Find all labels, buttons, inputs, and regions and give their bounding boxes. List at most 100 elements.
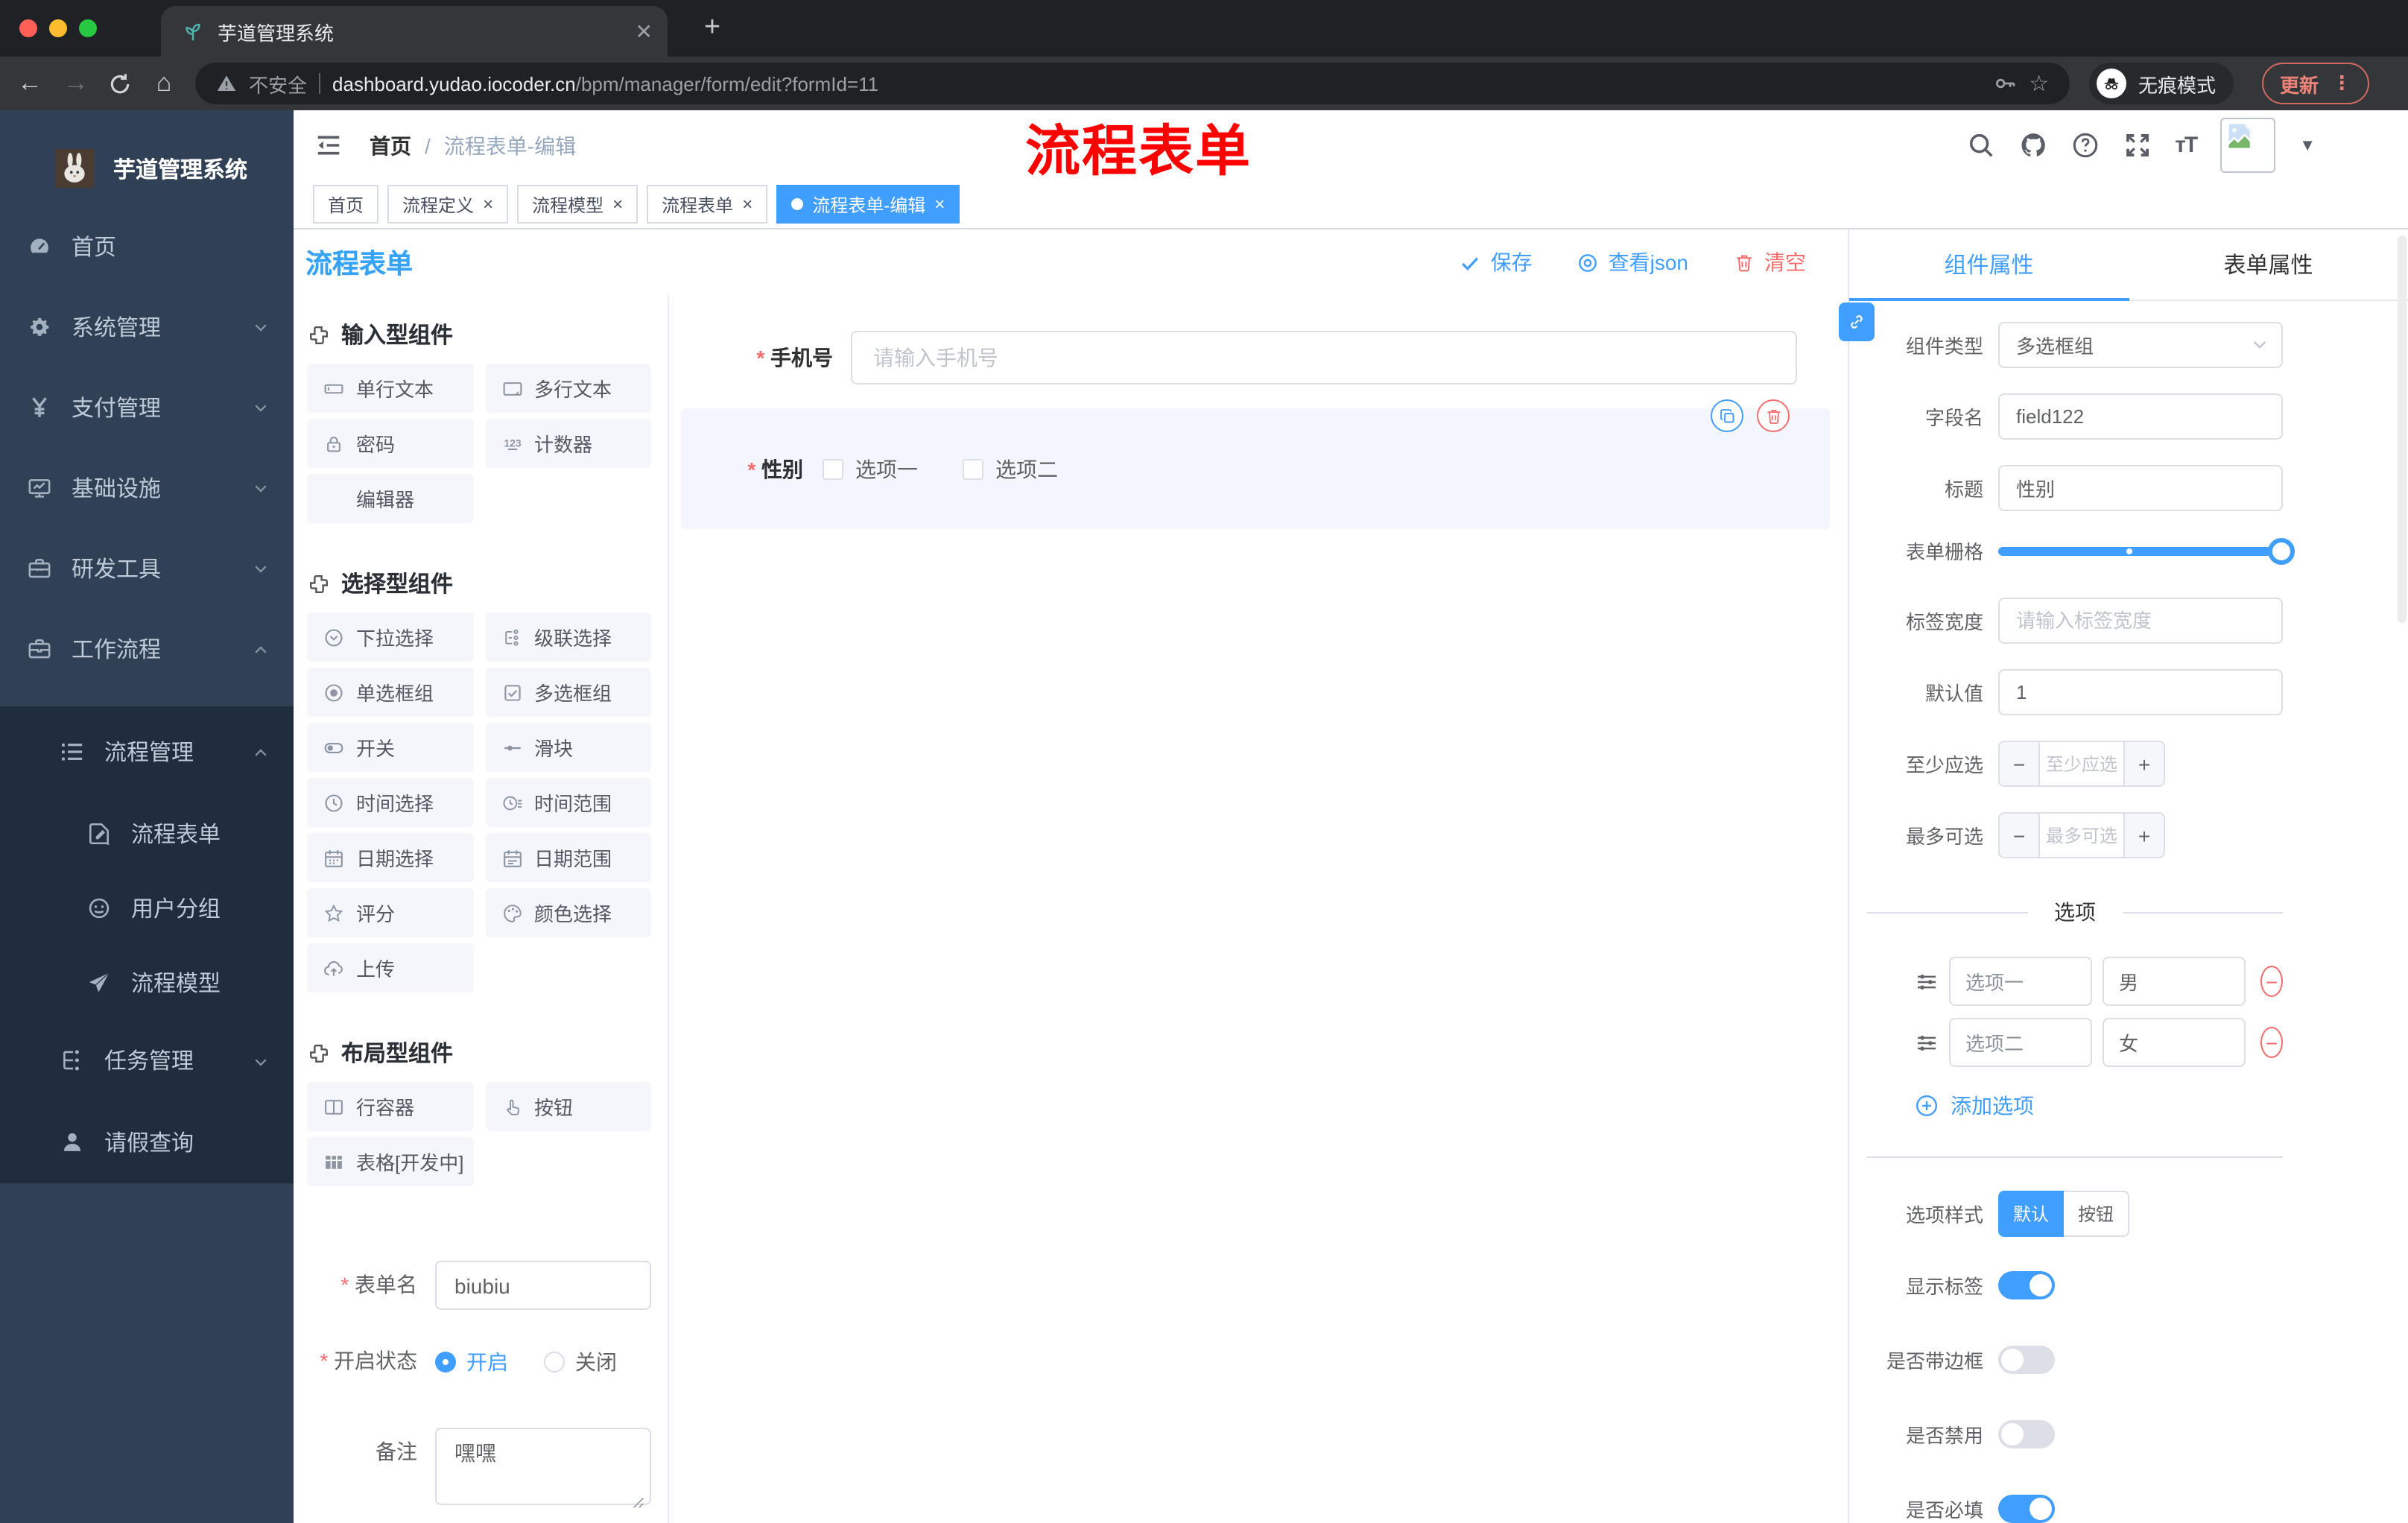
view-tab-process-definition[interactable]: 流程定义 × bbox=[387, 185, 509, 224]
palette-item[interactable]: 行容器 bbox=[307, 1082, 473, 1131]
palette-item[interactable]: 级联选择 bbox=[485, 612, 651, 662]
style-default-button[interactable]: 默认 bbox=[1998, 1191, 2064, 1237]
breadcrumb-home[interactable]: 首页 bbox=[370, 130, 411, 160]
avatar[interactable] bbox=[2220, 118, 2276, 173]
status-radio-off[interactable]: 关闭 bbox=[544, 1346, 617, 1376]
option-value-input[interactable] bbox=[2103, 957, 2246, 1006]
doc-link-badge[interactable] bbox=[1839, 303, 1875, 341]
sidebar-item-process-form[interactable]: 流程表单 bbox=[0, 796, 294, 870]
option-label-input[interactable] bbox=[1949, 957, 2092, 1006]
toggle-required[interactable] bbox=[1998, 1495, 2055, 1523]
sidebar-item-infrastructure[interactable]: 基础设施 bbox=[0, 447, 294, 528]
palette-item[interactable]: 上传 bbox=[307, 943, 473, 992]
palette-item[interactable]: 单行文本 bbox=[307, 364, 473, 413]
view-tab-process-form-edit[interactable]: 流程表单-编辑 × bbox=[776, 185, 960, 224]
phone-input[interactable] bbox=[851, 331, 1797, 384]
slider-handle[interactable] bbox=[2268, 537, 2295, 564]
decrement-button[interactable]: − bbox=[2000, 742, 2040, 785]
copy-component-button[interactable] bbox=[1711, 399, 1743, 432]
sidebar-item-payment[interactable]: 支付管理 bbox=[0, 367, 294, 447]
toggle-show-label[interactable] bbox=[1998, 1271, 2055, 1299]
palette-item[interactable]: 下拉选择 bbox=[307, 612, 473, 662]
default-value-input[interactable] bbox=[1998, 669, 2283, 715]
minimize-window-button[interactable] bbox=[49, 19, 67, 37]
close-icon[interactable]: × bbox=[483, 194, 493, 215]
back-icon[interactable]: ← bbox=[15, 69, 45, 98]
key-icon[interactable] bbox=[1993, 72, 2017, 95]
phone-field-row[interactable]: 手机号 bbox=[681, 331, 1848, 384]
scrollbar[interactable] bbox=[2398, 235, 2407, 623]
palette-item[interactable]: 按钮 bbox=[485, 1082, 651, 1131]
close-icon[interactable]: × bbox=[742, 194, 752, 215]
new-tab-button[interactable]: + bbox=[694, 10, 730, 46]
palette-item[interactable]: 密码 bbox=[307, 419, 473, 468]
view-tab-process-model[interactable]: 流程模型 × bbox=[517, 185, 639, 224]
palette-item[interactable]: 日期选择 bbox=[307, 833, 473, 882]
sidebar-item-home[interactable]: 首页 bbox=[0, 206, 294, 286]
palette-item[interactable]: 多行文本 bbox=[485, 364, 651, 413]
palette-item[interactable]: 颜色选择 bbox=[485, 888, 651, 937]
sidebar-item-workflow[interactable]: 工作流程 bbox=[0, 608, 294, 688]
palette-item[interactable]: 表格[开发中] bbox=[307, 1137, 473, 1186]
option-value-input[interactable] bbox=[2103, 1018, 2246, 1067]
palette-item[interactable]: 评分 bbox=[307, 888, 473, 937]
sidebar-item-process-management[interactable]: 流程管理 bbox=[0, 706, 294, 796]
sidebar-collapse-icon[interactable] bbox=[314, 131, 343, 159]
save-button[interactable]: 保存 bbox=[1460, 247, 1533, 277]
forward-icon[interactable]: → bbox=[61, 69, 91, 98]
add-option-button[interactable]: 添加选项 bbox=[1915, 1091, 2283, 1121]
field-name-input[interactable] bbox=[1998, 393, 2283, 440]
help-icon[interactable] bbox=[2070, 131, 2099, 159]
github-icon[interactable] bbox=[2018, 131, 2047, 159]
remove-option-button[interactable]: − bbox=[2260, 966, 2283, 997]
sidebar-item-user-group[interactable]: 用户分组 bbox=[0, 870, 294, 945]
palette-item[interactable]: 滑块 bbox=[485, 723, 651, 772]
gender-option-1-checkbox[interactable]: 选项一 bbox=[823, 454, 918, 484]
drag-handle-icon[interactable] bbox=[1915, 1030, 1939, 1054]
clear-button[interactable]: 清空 bbox=[1733, 247, 1806, 277]
palette-item[interactable]: 多选框组 bbox=[485, 668, 651, 717]
close-icon[interactable]: × bbox=[934, 194, 945, 215]
sidebar-item-system[interactable]: 系统管理 bbox=[0, 286, 294, 367]
resize-handle-icon[interactable] bbox=[632, 1490, 645, 1508]
grid-slider[interactable] bbox=[1998, 537, 2295, 564]
fullscreen-icon[interactable] bbox=[2123, 131, 2151, 159]
increment-button[interactable]: + bbox=[2123, 814, 2164, 857]
palette-item[interactable]: 日期范围 bbox=[485, 833, 651, 882]
browser-tab[interactable]: 芋道管理系统 ✕ bbox=[161, 6, 668, 57]
address-bar[interactable]: 不安全 dashboard.yudao.iocoder.cn/bpm/manag… bbox=[195, 63, 2070, 104]
palette-item[interactable]: 时间选择 bbox=[307, 778, 473, 827]
palette-item[interactable]: 开关 bbox=[307, 723, 473, 772]
style-button-button[interactable]: 按钮 bbox=[2064, 1191, 2129, 1237]
bookmark-star-icon[interactable]: ☆ bbox=[2029, 70, 2049, 97]
chevron-down-icon[interactable]: ▼ bbox=[2299, 136, 2316, 154]
option-label-input[interactable] bbox=[1949, 1018, 2092, 1067]
view-tab-home[interactable]: 首页 bbox=[313, 185, 379, 224]
drag-handle-icon[interactable] bbox=[1915, 969, 1939, 993]
remove-option-button[interactable]: − bbox=[2260, 1027, 2283, 1058]
palette-item[interactable]: 时间范围 bbox=[485, 778, 651, 827]
view-tab-process-form[interactable]: 流程表单 × bbox=[647, 185, 768, 224]
tab-close-icon[interactable]: ✕ bbox=[636, 19, 653, 44]
decrement-button[interactable]: − bbox=[2000, 814, 2040, 857]
view-json-button[interactable]: 查看json bbox=[1577, 247, 1688, 277]
remark-textarea[interactable]: 嘿嘿 bbox=[435, 1428, 651, 1505]
status-radio-on[interactable]: 开启 bbox=[435, 1346, 508, 1376]
form-name-input[interactable] bbox=[435, 1261, 651, 1310]
sidebar-item-task-management[interactable]: 任务管理 bbox=[0, 1019, 294, 1101]
close-icon[interactable]: × bbox=[612, 194, 623, 215]
home-icon[interactable]: ⌂ bbox=[149, 69, 179, 98]
title-input[interactable] bbox=[1998, 465, 2283, 511]
search-icon[interactable] bbox=[1966, 131, 1994, 159]
tab-form-properties[interactable]: 表单属性 bbox=[2129, 229, 2408, 300]
font-size-icon[interactable]: ᴛT bbox=[2175, 133, 2198, 158]
browser-menu-icon[interactable]: ⋮ bbox=[2332, 72, 2351, 95]
tab-component-properties[interactable]: 组件属性 bbox=[1849, 229, 2129, 301]
palette-item[interactable]: 单选框组 bbox=[307, 668, 473, 717]
zoom-window-button[interactable] bbox=[79, 19, 97, 37]
toggle-disabled[interactable] bbox=[1998, 1420, 2055, 1448]
sidebar-item-process-model[interactable]: 流程模型 bbox=[0, 945, 294, 1019]
palette-item[interactable]: 123 计数器 bbox=[485, 419, 651, 468]
palette-item[interactable]: 编辑器 bbox=[307, 474, 473, 523]
delete-component-button[interactable] bbox=[1757, 399, 1790, 432]
